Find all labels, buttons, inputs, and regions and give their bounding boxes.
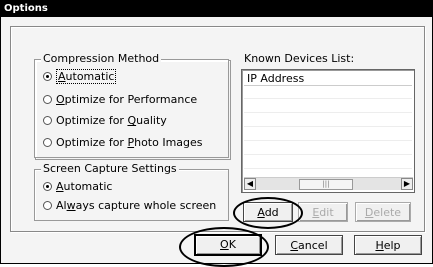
edit-button[interactable]: Edit (298, 202, 348, 222)
options-dialog: Options Compression Method Automatic Opt… (0, 0, 433, 267)
list-row-divider (244, 98, 412, 99)
horizontal-scrollbar[interactable]: ◀ ||| ▶ (244, 177, 413, 190)
list-row-divider (244, 154, 412, 155)
ok-button[interactable]: OK (194, 234, 262, 256)
delete-button[interactable]: Delete (355, 202, 411, 222)
scrollbar-thumb[interactable]: ||| (299, 179, 353, 190)
radio-optimize-quality[interactable]: Optimize for Quality (43, 114, 167, 128)
list-row-divider (244, 168, 412, 169)
radio-button[interactable] (43, 200, 52, 210)
list-row-divider (244, 126, 412, 127)
radio-optimize-performance[interactable]: Optimize for Performance (43, 93, 197, 107)
radio-button-selected[interactable] (43, 71, 52, 81)
dialog-title: Options (1, 1, 432, 17)
list-row-divider (244, 140, 412, 141)
focused-label: Automatic (56, 69, 117, 84)
radio-button[interactable] (43, 115, 52, 125)
scroll-right-icon[interactable]: ▶ (401, 178, 413, 190)
compression-method-group-box: Compression Method Automatic Optimize fo… (34, 52, 229, 158)
list-row-divider (244, 112, 412, 113)
add-button[interactable]: Add (243, 202, 293, 222)
help-button[interactable]: Help (354, 235, 422, 255)
screen-capture-group: Screen Capture Settings Automatic Always… (34, 162, 229, 221)
screen-capture-label: Screen Capture Settings (41, 162, 179, 175)
radio-automatic-compression[interactable]: Automatic (43, 69, 117, 84)
radio-button[interactable] (43, 94, 52, 104)
radio-always-capture-whole-screen[interactable]: Always capture whole screen (43, 199, 216, 213)
radio-optimize-photo[interactable]: Optimize for Photo Images (43, 136, 203, 150)
radio-automatic-capture[interactable]: Automatic (43, 180, 112, 194)
known-devices-list[interactable]: IP Address ◀ ||| ▶ (241, 69, 415, 193)
radio-button[interactable] (43, 137, 52, 147)
radio-button-selected[interactable] (43, 181, 52, 191)
scroll-left-icon[interactable]: ◀ (244, 178, 256, 190)
cancel-button[interactable]: Cancel (275, 235, 343, 255)
known-devices-label: Known Devices List: (244, 52, 355, 65)
compression-method-label: Compression Method (41, 52, 162, 65)
ip-address-column-header[interactable]: IP Address (244, 72, 412, 86)
